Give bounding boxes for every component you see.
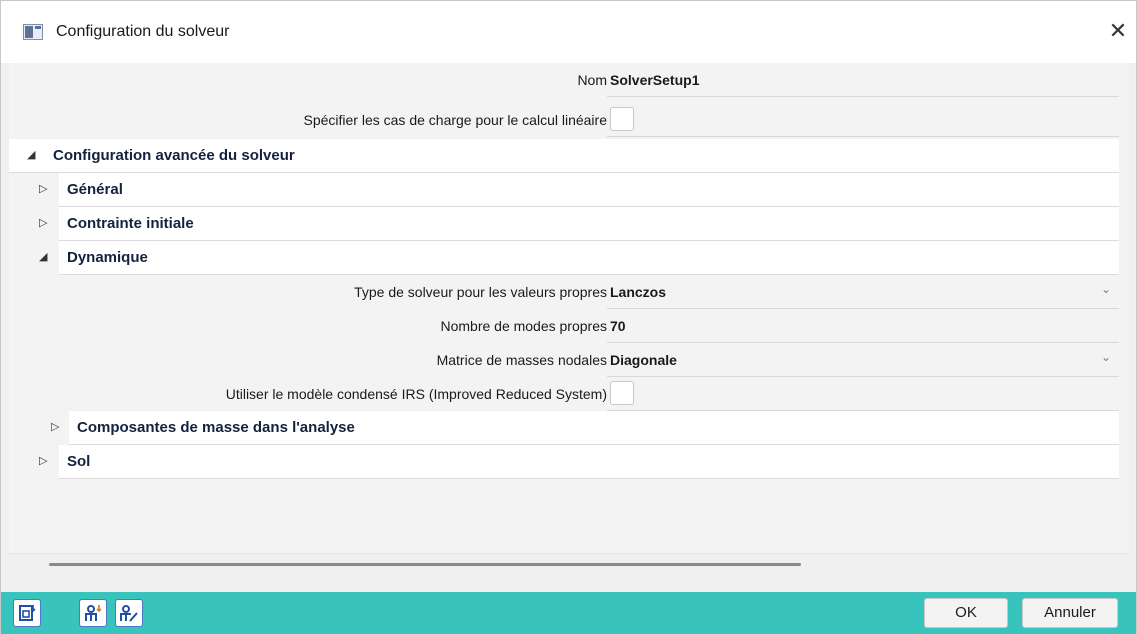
load-cases-checkbox[interactable] [610, 107, 634, 131]
name-field[interactable]: SolverSetup1 [607, 63, 1119, 97]
document-import-icon[interactable] [13, 599, 41, 627]
section-dynamics[interactable]: ◢ Dynamique [39, 241, 1119, 275]
row-name: Nom SolverSetup1 [9, 63, 1119, 97]
section-soil-label: Sol [67, 453, 91, 470]
scrollbar-thumb[interactable] [49, 563, 801, 566]
mass-matrix-value: Diagonale [610, 352, 677, 368]
irs-label: Utiliser le modèle condensé IRS (Improve… [225, 386, 607, 402]
cancel-button[interactable]: Annuler [1022, 598, 1118, 628]
irs-field [607, 377, 1119, 411]
load-cases-label: Spécifier les cas de charge pour le calc… [303, 112, 608, 128]
expand-icon[interactable]: ▷ [39, 182, 47, 195]
mass-matrix-select[interactable]: Diagonale ⌄ [607, 343, 1119, 377]
section-general-label: Général [67, 181, 123, 198]
row-irs: Utiliser le modèle condensé IRS (Improve… [9, 377, 1119, 411]
dropdown-arrow-icon[interactable]: ⌄ [1101, 282, 1111, 296]
num-modes-field[interactable]: 70 [607, 309, 1119, 343]
user-import-icon[interactable] [79, 599, 107, 627]
collapse-icon[interactable]: ◢ [39, 250, 47, 263]
section-dynamics-label: Dynamique [67, 249, 148, 266]
eigen-solver-label: Type de solveur pour les valeurs propres [354, 284, 607, 300]
section-mass-components[interactable]: ▷ Composantes de masse dans l'analyse [51, 411, 1119, 445]
section-initial-stress[interactable]: ▷ Contrainte initiale [39, 207, 1119, 241]
close-icon[interactable]: ✕ [1104, 17, 1132, 47]
title-bar: Configuration du solveur ✕ [1, 1, 1136, 63]
row-mass-matrix: Matrice de masses nodales Diagonale ⌄ [9, 343, 1119, 377]
section-advanced-label: Configuration avancée du solveur [53, 147, 295, 164]
window-app-icon [23, 24, 43, 40]
load-cases-field [607, 103, 1119, 137]
section-mass-components-label: Composantes de masse dans l'analyse [77, 419, 355, 436]
ok-button[interactable]: OK [924, 598, 1008, 628]
name-value: SolverSetup1 [610, 72, 700, 88]
window-title: Configuration du solveur [56, 23, 230, 40]
mass-matrix-label: Matrice de masses nodales [436, 352, 607, 368]
irs-checkbox[interactable] [610, 381, 634, 405]
row-eigen-solver: Type de solveur pour les valeurs propres… [9, 275, 1119, 309]
section-advanced[interactable]: ◢ Configuration avancée du solveur [9, 139, 1119, 173]
collapse-icon[interactable]: ◢ [27, 148, 35, 161]
bottom-toolbar: OK Annuler [1, 592, 1136, 634]
expand-icon[interactable]: ▷ [39, 454, 47, 467]
expand-icon[interactable]: ▷ [51, 420, 59, 433]
section-general[interactable]: ▷ Général [39, 173, 1119, 207]
property-grid: Nom SolverSetup1 Spécifier les cas de ch… [9, 63, 1129, 553]
section-soil[interactable]: ▷ Sol [39, 445, 1119, 479]
row-num-modes: Nombre de modes propres 70 [9, 309, 1119, 343]
eigen-solver-value: Lanczos [610, 284, 667, 300]
section-initial-stress-label: Contrainte initiale [67, 215, 194, 232]
horizontal-scrollbar[interactable] [9, 553, 1129, 573]
num-modes-value: 70 [610, 318, 626, 334]
user-edit-icon[interactable] [115, 599, 143, 627]
dropdown-arrow-icon[interactable]: ⌄ [1101, 350, 1111, 364]
num-modes-label: Nombre de modes propres [440, 318, 607, 334]
row-load-cases: Spécifier les cas de charge pour le calc… [9, 103, 1119, 137]
solver-config-window: Configuration du solveur ✕ Nom SolverSet… [0, 0, 1137, 634]
name-label: Nom [577, 72, 607, 88]
expand-icon[interactable]: ▷ [39, 216, 47, 229]
eigen-solver-select[interactable]: Lanczos ⌄ [607, 275, 1119, 309]
